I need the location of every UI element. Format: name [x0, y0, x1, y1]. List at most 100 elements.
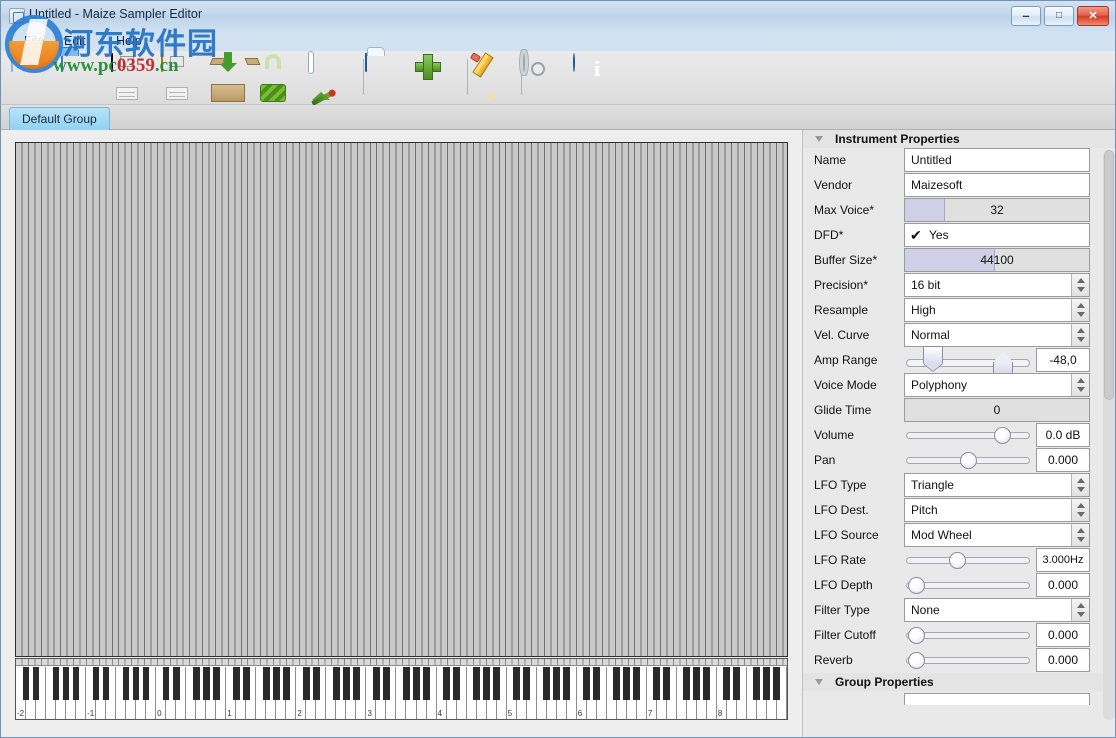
piano-keyboard[interactable]: -2 -1 0 1 2 3 4 5 6 7 8	[15, 658, 788, 720]
tab-default-group[interactable]: Default Group	[9, 107, 110, 131]
piano-black-key[interactable]	[773, 667, 781, 700]
piano-black-key[interactable]	[302, 667, 310, 700]
buffer-size-drag-field[interactable]: 44100	[904, 248, 1090, 272]
piano-black-key[interactable]	[473, 667, 480, 700]
piano-black-key[interactable]	[72, 667, 80, 700]
piano-black-key[interactable]	[132, 667, 140, 700]
piano-black-key[interactable]	[332, 667, 340, 700]
save-instrument-button[interactable]	[111, 53, 159, 102]
piano-black-key[interactable]	[342, 667, 350, 700]
add-group-button[interactable]	[365, 53, 413, 102]
name-input[interactable]: Untitled	[904, 148, 1090, 172]
lfo-rate-value[interactable]: 3.000Hz	[1036, 548, 1090, 572]
pan-value[interactable]: 0.000	[1036, 448, 1090, 472]
filter-cutoff-slider[interactable]	[904, 623, 1032, 647]
piano-black-key[interactable]	[633, 667, 641, 700]
piano-black-key[interactable]	[403, 667, 410, 700]
volume-value[interactable]: 0.0 dB	[1036, 423, 1090, 447]
piano-black-key[interactable]	[172, 667, 180, 700]
piano-black-key[interactable]	[443, 667, 450, 700]
piano-black-key[interactable]	[723, 667, 731, 700]
spinner-arrows-icon[interactable]	[1071, 274, 1089, 296]
range-low-handle[interactable]	[922, 346, 943, 364]
vel-curve-select[interactable]: Normal	[904, 323, 1090, 347]
lfo-depth-slider[interactable]	[904, 573, 1032, 597]
piano-black-key[interactable]	[513, 667, 520, 700]
piano-black-key[interactable]	[453, 667, 460, 700]
piano-black-key[interactable]	[372, 667, 380, 700]
piano-black-key[interactable]	[493, 667, 500, 700]
new-instrument-button[interactable]	[11, 53, 59, 102]
piano-black-key[interactable]	[663, 667, 671, 700]
amp-range-value[interactable]: -48,0	[1036, 348, 1090, 372]
add-sample-button[interactable]	[415, 54, 463, 102]
piano-black-key[interactable]	[242, 667, 250, 700]
lfo-source-select[interactable]: Mod Wheel	[904, 523, 1090, 547]
menu-item-file[interactable]: File	[19, 33, 49, 49]
piano-black-key[interactable]	[312, 667, 320, 700]
piano-black-key[interactable]	[483, 667, 490, 700]
slider-knob[interactable]	[908, 577, 926, 594]
lfo-dest-select[interactable]: Pitch	[904, 498, 1090, 522]
piano-black-key[interactable]	[92, 667, 100, 700]
reverb-value[interactable]: 0.000	[1036, 648, 1090, 672]
precision-select[interactable]: 16 bit	[904, 273, 1090, 297]
edit-mapping-button[interactable]	[469, 52, 517, 105]
piano-black-key[interactable]	[423, 667, 430, 700]
max-voice-drag-field[interactable]: 32	[904, 198, 1090, 222]
maximize-button[interactable]: □	[1044, 6, 1074, 26]
preferences-button[interactable]	[523, 53, 571, 102]
lfo-rate-slider[interactable]	[904, 548, 1032, 572]
spinner-arrows-icon[interactable]	[1071, 599, 1089, 621]
slider-knob[interactable]	[959, 452, 977, 469]
piano-black-key[interactable]	[22, 667, 30, 700]
piano-black-key[interactable]	[553, 667, 560, 700]
voice-mode-select[interactable]: Polyphony	[904, 373, 1090, 397]
piano-black-key[interactable]	[212, 667, 220, 700]
spinner-arrows-icon[interactable]	[1071, 374, 1089, 396]
piano-black-key[interactable]	[382, 667, 390, 700]
edit-skin-button[interactable]	[309, 52, 357, 106]
glide-time-drag-field[interactable]: 0	[904, 398, 1090, 422]
slider-knob[interactable]	[908, 627, 926, 644]
slider-knob[interactable]	[993, 427, 1011, 444]
piano-black-key[interactable]	[232, 667, 240, 700]
sample-mapping-grid[interactable]	[15, 142, 788, 657]
piano-black-key[interactable]	[683, 667, 691, 700]
volume-slider[interactable]	[904, 423, 1032, 447]
piano-black-key[interactable]	[142, 667, 150, 700]
piano-black-key[interactable]	[593, 667, 601, 700]
pan-slider[interactable]	[904, 448, 1032, 472]
piano-black-key[interactable]	[653, 667, 661, 700]
group-properties-header[interactable]: Group Properties	[803, 673, 1115, 691]
spinner-arrows-icon[interactable]	[1071, 324, 1089, 346]
piano-black-key[interactable]	[733, 667, 741, 700]
export-package-button[interactable]	[209, 52, 261, 102]
piano-black-key[interactable]	[352, 667, 360, 700]
piano-black-key[interactable]	[763, 667, 771, 700]
piano-black-key[interactable]	[623, 667, 631, 700]
group-first-field[interactable]	[904, 693, 1090, 705]
properties-scrollbar[interactable]	[1103, 150, 1115, 720]
piano-black-key[interactable]	[583, 667, 591, 700]
vendor-input[interactable]: Maizesoft	[904, 173, 1090, 197]
filter-cutoff-value[interactable]: 0.000	[1036, 623, 1090, 647]
dfd-checkbox[interactable]: ✔ Yes	[904, 223, 1090, 247]
scrollbar-thumb[interactable]	[1104, 150, 1114, 400]
protect-instrument-button[interactable]	[260, 54, 308, 102]
piano-black-key[interactable]	[192, 667, 200, 700]
triangle-down-icon[interactable]	[815, 136, 823, 142]
menu-item-help[interactable]: Help	[111, 33, 147, 49]
spinner-arrows-icon[interactable]	[1071, 474, 1089, 496]
amp-range-range-slider[interactable]	[904, 346, 1032, 374]
piano-black-key[interactable]	[262, 667, 270, 700]
slider-knob[interactable]	[908, 652, 926, 669]
piano-black-key[interactable]	[272, 667, 280, 700]
piano-black-key[interactable]	[202, 667, 210, 700]
spinner-arrows-icon[interactable]	[1071, 524, 1089, 546]
piano-black-key[interactable]	[703, 667, 711, 700]
save-as-instrument-button[interactable]	[161, 53, 209, 102]
spinner-arrows-icon[interactable]	[1071, 499, 1089, 521]
piano-black-key[interactable]	[523, 667, 530, 700]
about-button[interactable]	[573, 53, 621, 102]
